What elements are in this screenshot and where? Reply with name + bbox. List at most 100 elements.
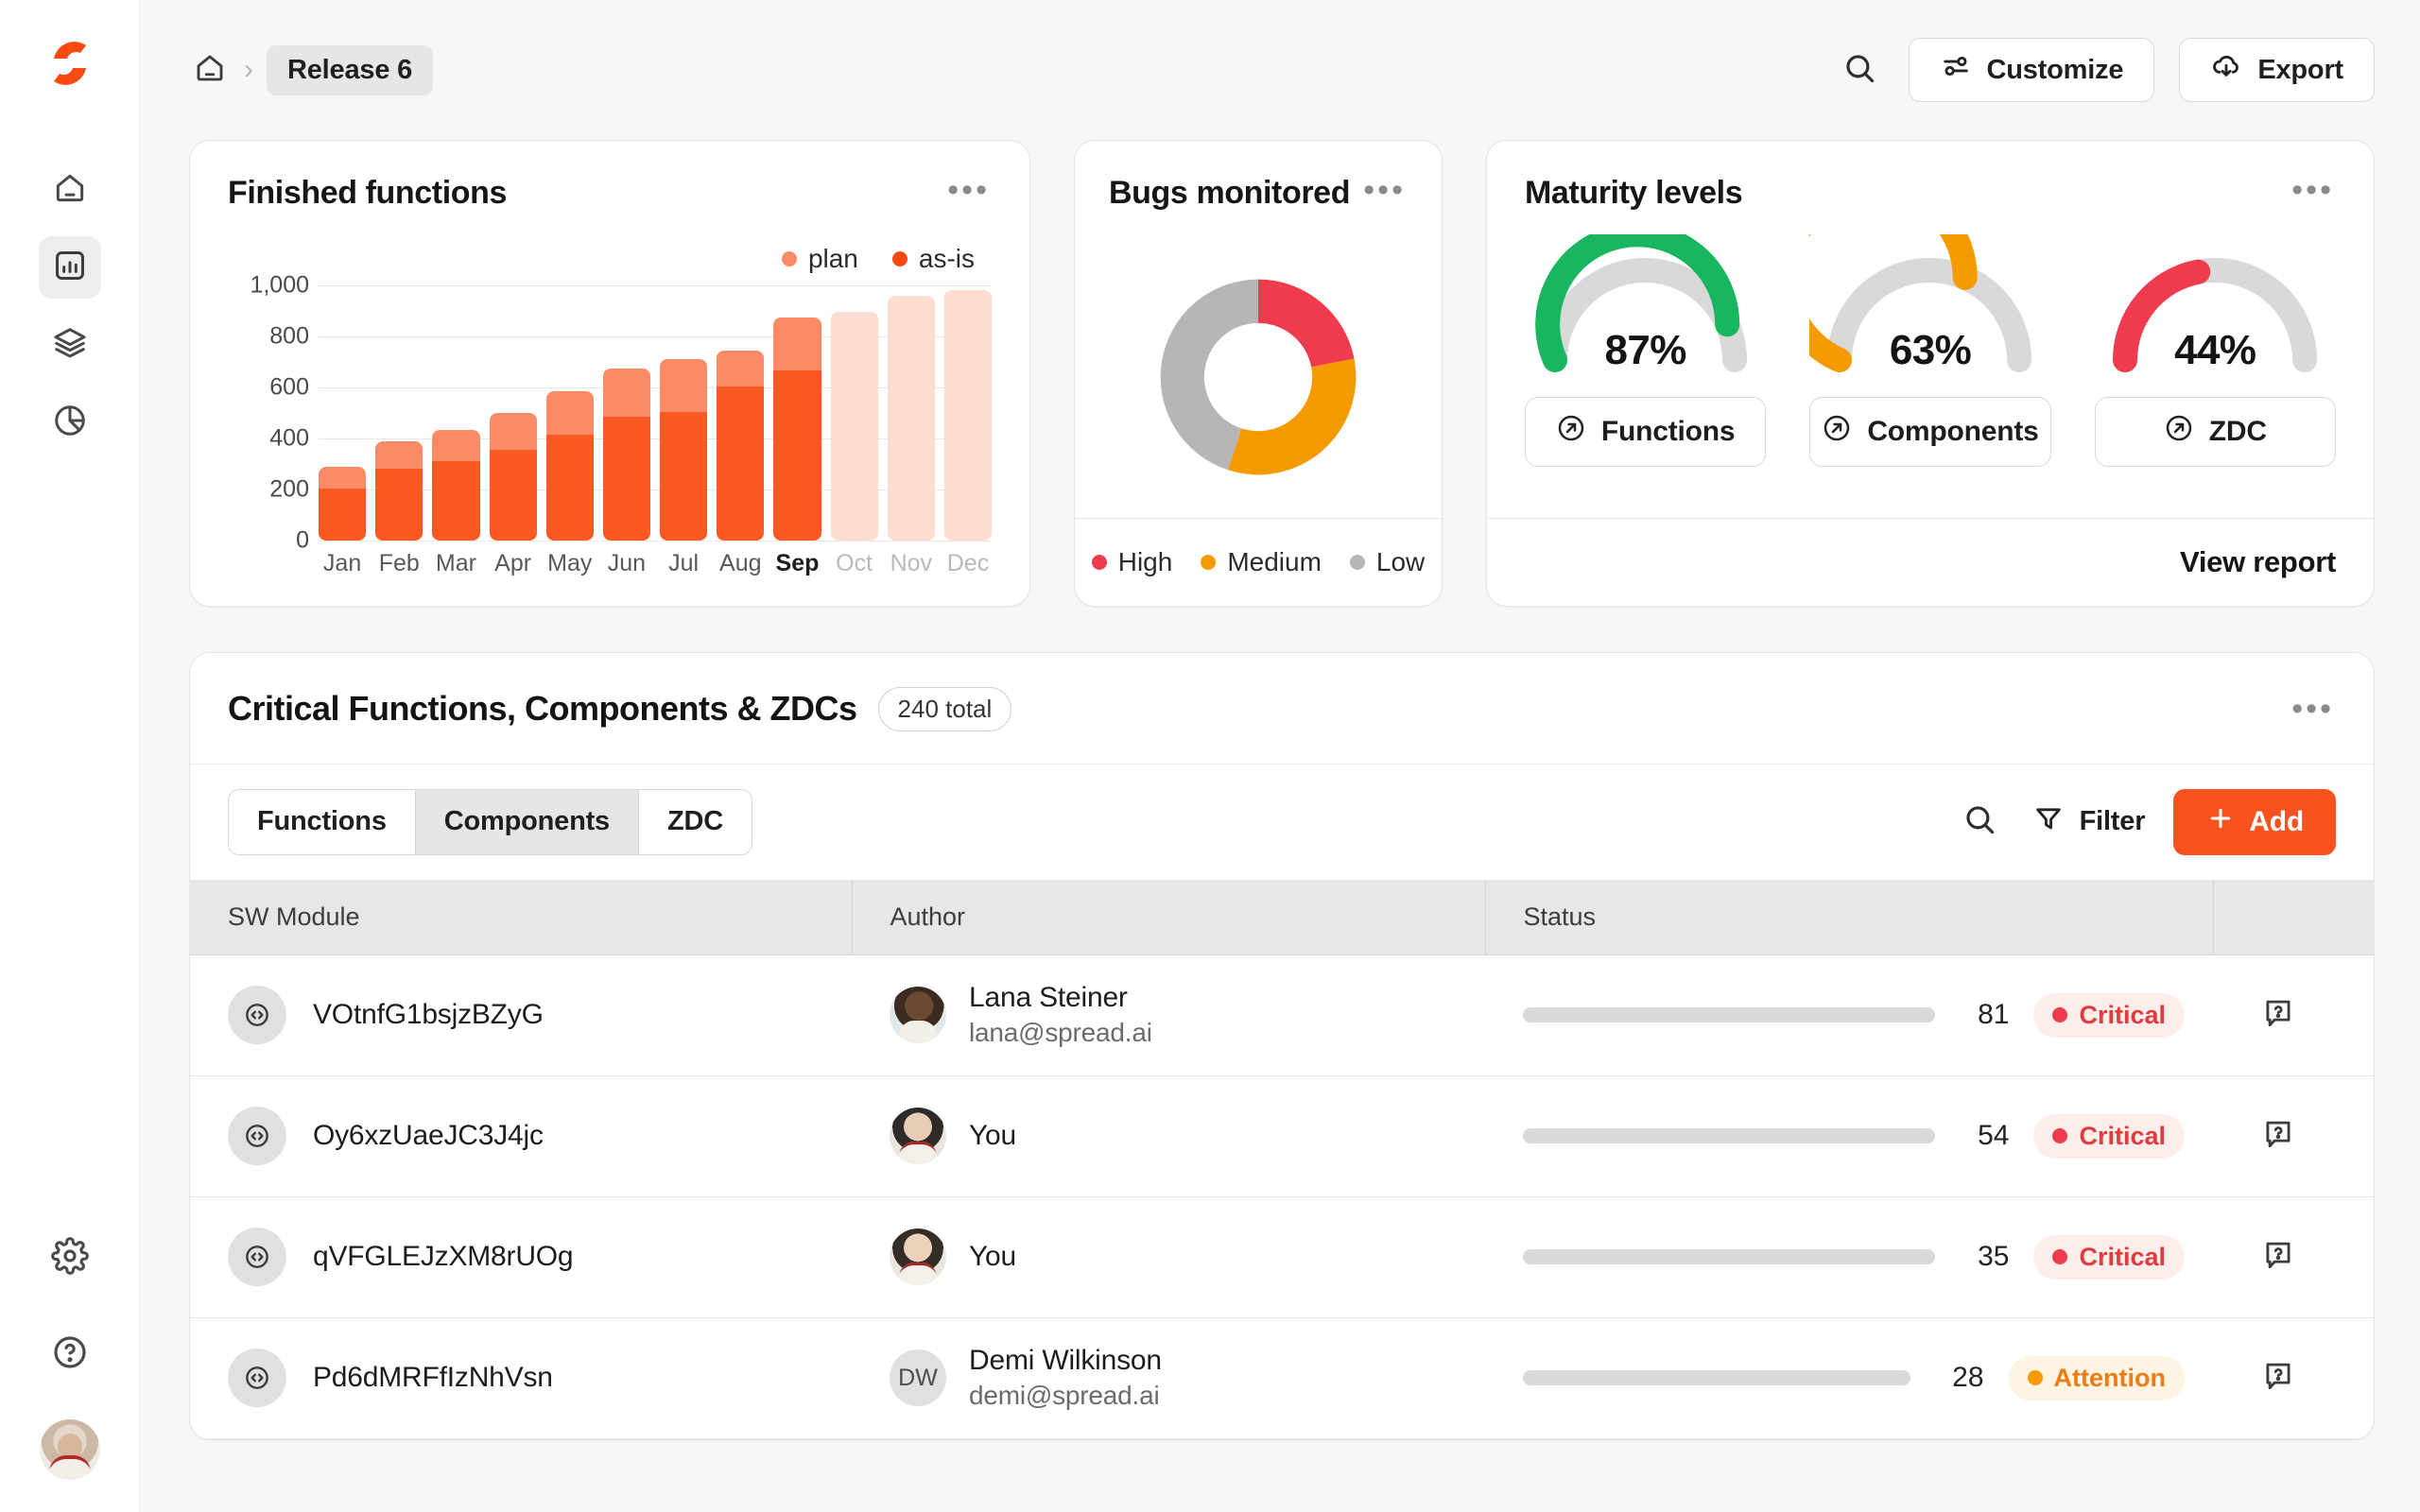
- items-table: SW Module Author Status VOtnfG1bsjzBZyG: [190, 879, 2374, 1439]
- status-dot: [2027, 1370, 2043, 1386]
- question-message-icon[interactable]: [2260, 1358, 2296, 1399]
- gauge-link-zdc[interactable]: ZDC: [2094, 397, 2336, 467]
- avatar: DW: [890, 1349, 946, 1407]
- bar-column[interactable]: [432, 285, 480, 541]
- column-header-status[interactable]: Status: [1484, 879, 2213, 955]
- donut-slice[interactable]: [1258, 279, 1355, 368]
- y-axis: 0 200 400 600 800 1,000: [228, 272, 319, 554]
- card-menu-button[interactable]: •••: [945, 174, 992, 206]
- author-email: demi@spread.ai: [969, 1381, 1160, 1411]
- topbar-actions: Customize Export: [1835, 38, 2375, 102]
- breadcrumb-current[interactable]: Release 6: [267, 44, 434, 95]
- card-menu-button[interactable]: •••: [2290, 174, 2336, 206]
- card-menu-button[interactable]: •••: [1361, 174, 1408, 206]
- cell-author: DW Demi Wilkinson demi@spread.ai: [852, 1317, 1485, 1439]
- filter-button[interactable]: Filter: [2032, 802, 2145, 842]
- breadcrumb: › Release 6: [189, 44, 434, 95]
- sidebar-item-reports[interactable]: [39, 391, 101, 454]
- legend-swatch: [1201, 554, 1217, 570]
- bar-segment-plan: [660, 359, 708, 412]
- x-axis-tick: May: [547, 550, 593, 576]
- bar-column[interactable]: [545, 285, 594, 541]
- score-value: 28: [1952, 1362, 1984, 1394]
- search-button[interactable]: [1835, 45, 1884, 94]
- page-title: Critical Functions, Components & ZDCs: [228, 689, 857, 729]
- column-header-author[interactable]: Author: [851, 879, 1485, 955]
- table-row[interactable]: qVFGLEJzXM8rUOg You 35 Critical: [190, 1196, 2374, 1318]
- bar-column[interactable]: [375, 285, 424, 541]
- table-search-button[interactable]: [1955, 798, 2004, 847]
- view-report-link[interactable]: View report: [2180, 545, 2336, 579]
- x-axis-tick: Aug: [719, 550, 762, 576]
- column-header-module[interactable]: SW Module: [190, 879, 852, 955]
- bar-segment-plan: [773, 317, 821, 371]
- bar-column[interactable]: [830, 285, 878, 541]
- chart-legend: plan as-is: [228, 244, 992, 274]
- gauge-chart: 63%: [1773, 175, 2050, 376]
- pie-chart-icon: [52, 403, 88, 443]
- donut-slice[interactable]: [1228, 358, 1357, 475]
- customize-button[interactable]: Customize: [1908, 38, 2155, 102]
- bar-column[interactable]: [319, 285, 367, 541]
- sidebar-item-settings[interactable]: [39, 1227, 101, 1289]
- bar-column[interactable]: [717, 285, 765, 541]
- question-message-icon[interactable]: [2260, 1116, 2296, 1157]
- bar-segment-forecast: [887, 295, 935, 541]
- cell-author: You: [852, 1075, 1485, 1197]
- gauge-cell: 87% Functions: [1525, 222, 1767, 467]
- tab-functions[interactable]: Functions: [229, 789, 416, 854]
- cloud-download-icon: [2210, 50, 2242, 90]
- spread-logo[interactable]: [43, 36, 97, 91]
- module-name: Pd6dMRFfIzNhVsn: [313, 1362, 553, 1394]
- export-button[interactable]: Export: [2179, 38, 2375, 102]
- x-axis-tick: Sep: [775, 550, 820, 576]
- add-button[interactable]: Add: [2173, 788, 2336, 855]
- x-axis-tick: Jan: [322, 550, 362, 576]
- author-email: lana@spread.ai: [969, 1018, 1152, 1048]
- card-title: Maturity levels: [1525, 175, 1743, 211]
- cell-actions: [2213, 1317, 2374, 1439]
- table-row[interactable]: Pd6dMRFfIzNhVsn DW Demi Wilkinson demi@s…: [190, 1317, 2374, 1439]
- gauge-link-functions[interactable]: Functions: [1525, 397, 1767, 467]
- tab-zdc[interactable]: ZDC: [638, 789, 752, 854]
- sidebar-item-analytics[interactable]: [38, 236, 101, 299]
- gauge-chart: 87%: [1525, 222, 1766, 376]
- table-row[interactable]: VOtnfG1bsjzBZyG Lana Steiner lana@spread…: [190, 954, 2374, 1076]
- bar-chart-icon: [52, 248, 88, 288]
- score-value: 81: [1978, 999, 2010, 1031]
- sidebar-item-help[interactable]: [39, 1323, 101, 1385]
- bar-column[interactable]: [660, 285, 708, 541]
- gear-icon: [50, 1236, 89, 1280]
- y-axis-tick: 400: [269, 424, 309, 452]
- column-header-actions: [2212, 879, 2374, 955]
- sidebar-item-home[interactable]: [39, 159, 101, 221]
- breadcrumb-separator: ›: [244, 54, 253, 85]
- gauge-value-label: 63%: [1889, 327, 1972, 373]
- arrow-up-right-circle-icon: [2164, 413, 2194, 451]
- question-message-icon[interactable]: [2260, 995, 2296, 1036]
- table-header: Critical Functions, Components & ZDCs 24…: [190, 653, 2374, 765]
- bar-column[interactable]: [602, 285, 651, 541]
- tab-components[interactable]: Components: [415, 789, 639, 854]
- x-axis-tick: Jul: [668, 550, 700, 576]
- bar-segment-plan: [319, 466, 367, 489]
- arrow-up-right-circle-icon: [1822, 413, 1852, 451]
- sidebar-item-layers[interactable]: [39, 314, 101, 376]
- table-row[interactable]: Oy6xzUaeJC3J4jc You 54 Critical: [190, 1075, 2374, 1197]
- bar-column[interactable]: [773, 285, 821, 541]
- breadcrumb-home-button[interactable]: [189, 49, 231, 91]
- cards-row: Finished functions ••• plan as-is 0 200 40…: [189, 140, 2375, 607]
- author-name: You: [969, 1120, 1017, 1152]
- bar-column[interactable]: [489, 285, 537, 541]
- table-menu-button[interactable]: •••: [2290, 693, 2336, 725]
- progress-bar: [1523, 1007, 1936, 1023]
- gauge-link-components[interactable]: Components: [1809, 397, 2051, 467]
- card-title: Finished functions: [228, 175, 508, 211]
- bar-segment-forecast: [830, 312, 878, 541]
- cell-module: Oy6xzUaeJC3J4jc: [190, 1075, 852, 1197]
- bar-column[interactable]: [887, 285, 935, 541]
- avatar[interactable]: [39, 1419, 100, 1480]
- question-message-icon[interactable]: [2260, 1237, 2296, 1278]
- bar-column[interactable]: [943, 285, 993, 541]
- cell-status: 81 Critical: [1485, 954, 2213, 1076]
